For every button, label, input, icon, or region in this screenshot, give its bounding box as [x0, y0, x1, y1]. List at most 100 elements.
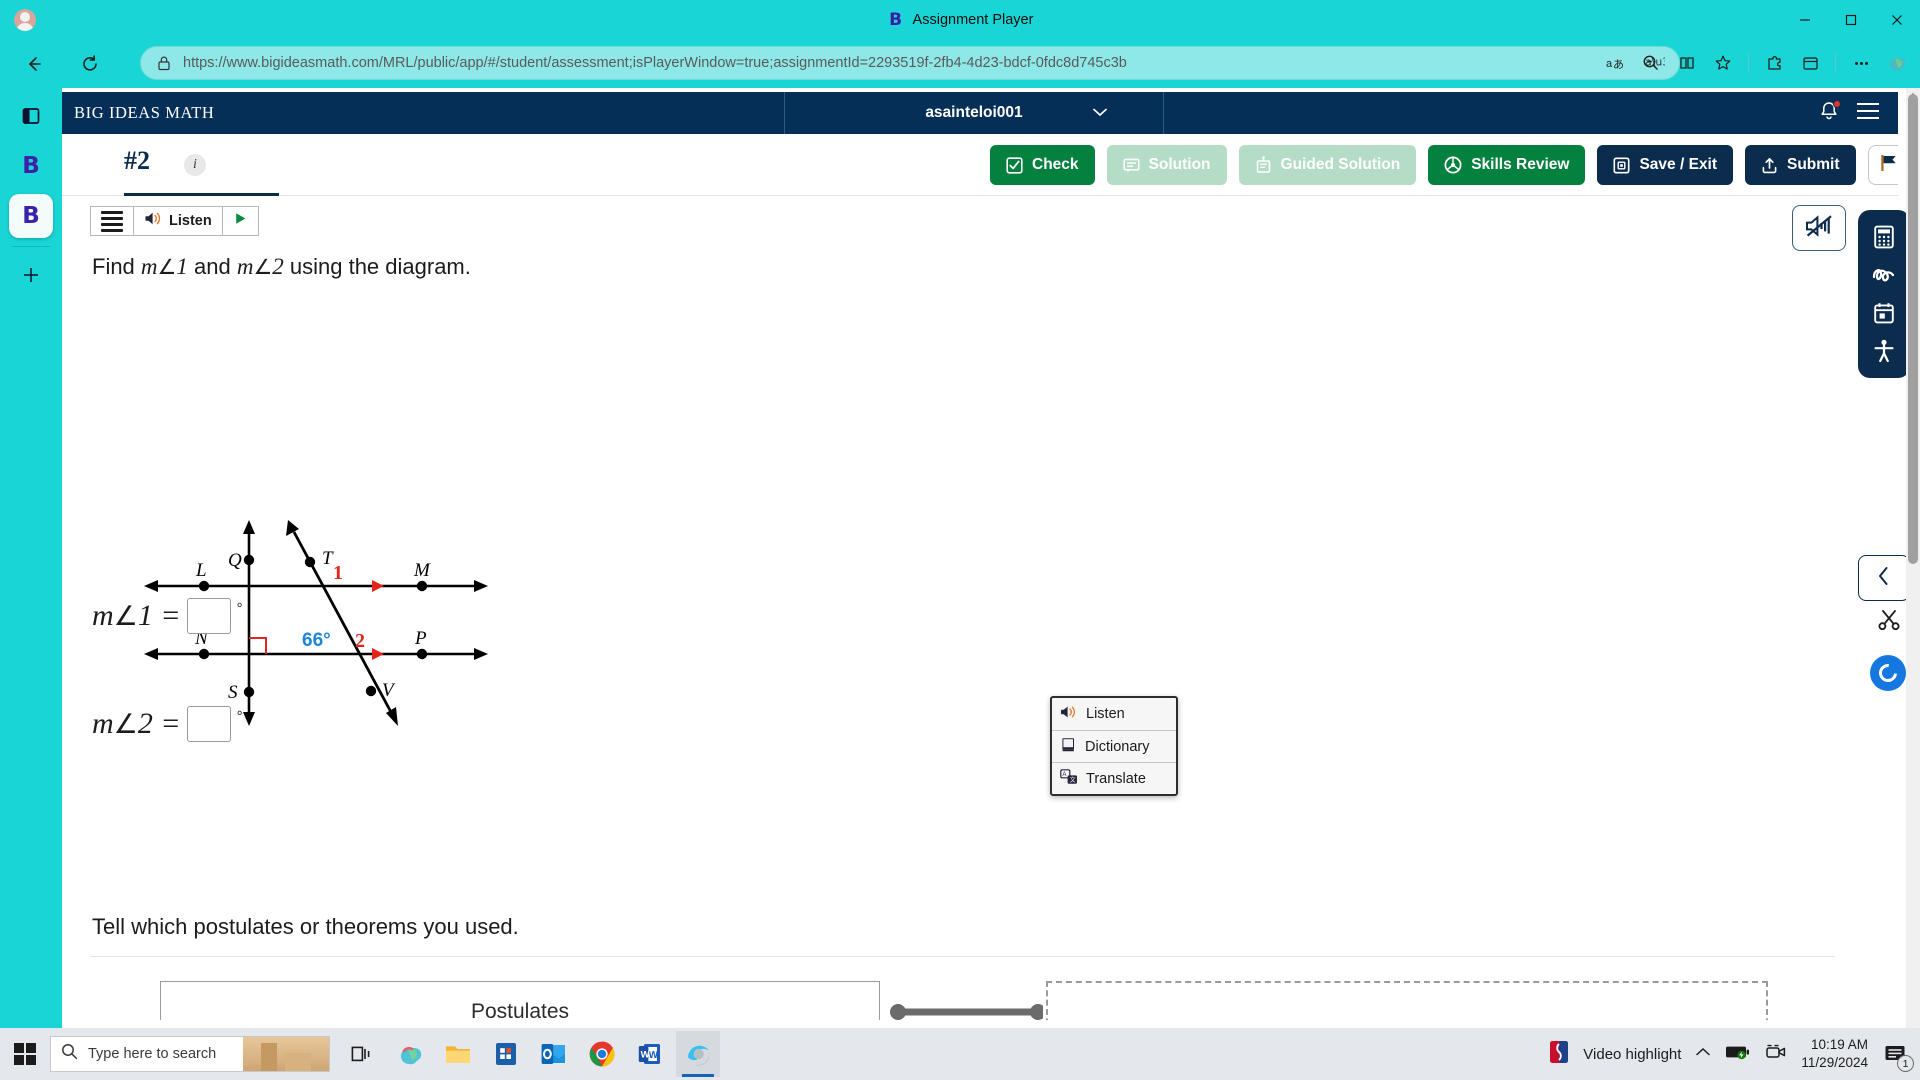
immersive-reader-icon[interactable]: [1670, 47, 1704, 79]
task-view-icon[interactable]: [340, 1031, 384, 1077]
puzzle-icon[interactable]: [1757, 47, 1791, 79]
app-header: BIG IDEAS MATH asainteloi001: [62, 92, 1898, 134]
drag-connector[interactable]: [888, 1003, 1043, 1020]
bigideas-site-icon-active[interactable]: B: [9, 194, 53, 238]
word-icon[interactable]: WW: [628, 1031, 672, 1077]
tab-actions-icon[interactable]: [9, 94, 53, 138]
mute-audio-button[interactable]: [1792, 205, 1846, 251]
star-icon[interactable]: [1706, 47, 1740, 79]
skills-review-button[interactable]: Skills Review: [1428, 145, 1586, 185]
accessibility-icon[interactable]: [1869, 336, 1899, 366]
skills-review-button-label: Skills Review: [1471, 156, 1570, 173]
submit-button[interactable]: Submit: [1745, 145, 1856, 185]
minimize-button[interactable]: [1782, 0, 1828, 40]
context-menu-translate[interactable]: A文 Translate: [1052, 762, 1176, 794]
browser-tab[interactable]: B Assignment Player: [887, 6, 1033, 34]
save-exit-button[interactable]: Save / Exit: [1597, 145, 1733, 185]
prompt-and: and: [187, 254, 237, 279]
notepad-icon[interactable]: [1869, 298, 1899, 328]
microsoft-store-icon[interactable]: [484, 1031, 528, 1077]
svg-text:W: W: [649, 1050, 659, 1061]
windows-start-icon[interactable]: [0, 1028, 50, 1080]
search-placeholder: Type here to search: [88, 1046, 217, 1062]
notification-center-button[interactable]: 1: [1882, 1040, 1914, 1072]
snip-tool-button[interactable]: [1872, 605, 1906, 639]
label-angle-1: 1: [333, 562, 343, 584]
chevron-up-icon[interactable]: [1695, 1045, 1711, 1063]
user-menu[interactable]: asainteloi001: [784, 92, 1164, 134]
notification-count: 1: [1897, 1055, 1914, 1072]
context-menu-listen[interactable]: Listen: [1052, 698, 1176, 730]
outlook-icon[interactable]: [532, 1031, 576, 1077]
postulates-source-card[interactable]: Postulates: [160, 981, 880, 1020]
ellipsis-icon[interactable]: [1844, 47, 1878, 79]
collections-icon[interactable]: [1793, 47, 1827, 79]
add-site-icon[interactable]: [9, 253, 53, 297]
page-scrollbar[interactable]: ▲ ▼: [1906, 88, 1920, 1056]
listen-button[interactable]: Listen: [133, 207, 222, 235]
info-icon[interactable]: i: [184, 154, 206, 176]
system-tray: Video highlight 10:19 AM 11/29/2024 1: [1549, 1036, 1920, 1072]
address-bar[interactable]: https://www.bigideasmath.com/MRL/public/…: [140, 46, 1690, 80]
speaker-icon: [144, 211, 163, 231]
solution-icon: [1122, 157, 1140, 174]
translate-icon[interactable]: aあ: [1598, 47, 1632, 79]
refresh-icon[interactable]: [74, 48, 106, 80]
flag-button[interactable]: [1867, 145, 1898, 185]
listen-menu-button[interactable]: [91, 207, 133, 235]
lock-icon: [153, 55, 175, 71]
browser-toolbar-icons: aあ: [1598, 46, 1914, 80]
check-button[interactable]: Check: [990, 145, 1095, 185]
save-icon: [1613, 156, 1630, 174]
taskbar-clock[interactable]: 10:19 AM 11/29/2024: [1801, 1036, 1868, 1072]
context-menu-dictionary-label: Dictionary: [1085, 738, 1150, 755]
bell-icon[interactable]: [1818, 99, 1841, 127]
taskbar-search[interactable]: Type here to search: [50, 1036, 330, 1072]
translate-icon: A文: [1060, 768, 1078, 789]
svg-text:文: 文: [1070, 775, 1076, 783]
file-explorer-icon[interactable]: [436, 1031, 480, 1077]
label-angle-measure: 66°: [302, 630, 331, 651]
prompt-suffix: using the diagram.: [283, 254, 471, 279]
edge-icon[interactable]: [676, 1031, 720, 1077]
label-S: S: [228, 682, 238, 703]
profile-button[interactable]: [8, 4, 42, 36]
nba-icon[interactable]: [1549, 1040, 1569, 1069]
answer-label-m2: m∠2 =: [92, 707, 181, 740]
bigideas-site-icon[interactable]: B: [9, 144, 53, 188]
collapse-panel-button[interactable]: [1858, 555, 1910, 601]
toolbar-divider-2: [1835, 53, 1836, 73]
scribble-icon[interactable]: [1869, 260, 1899, 290]
upload-icon: [1761, 157, 1778, 174]
guided-solution-button[interactable]: Guided Solution: [1238, 145, 1417, 185]
scissors-icon: [1877, 608, 1901, 637]
play-button[interactable]: [221, 207, 258, 235]
maximize-button[interactable]: [1828, 0, 1874, 40]
hamburger-menu-icon[interactable]: [1856, 102, 1880, 125]
text-context-menu: Listen Dictionary A文 Translate: [1050, 696, 1178, 796]
postulates-drop-zone[interactable]: [1046, 981, 1768, 1020]
screen: B Assignment Player https://www.bigideas…: [0, 0, 1920, 1080]
flag-icon: [1878, 152, 1898, 179]
prompt-m1: m∠1: [140, 254, 188, 279]
context-menu-dictionary[interactable]: Dictionary: [1052, 730, 1176, 762]
tray-app-label[interactable]: Video highlight: [1583, 1046, 1681, 1063]
camera-icon[interactable]: [1765, 1043, 1787, 1066]
copilot-icon[interactable]: [1880, 47, 1914, 79]
calculator-icon[interactable]: [1869, 222, 1899, 252]
back-arrow-icon[interactable]: [18, 48, 50, 80]
guided-solution-button-label: Guided Solution: [1280, 156, 1401, 173]
help-chat-button[interactable]: [1870, 655, 1906, 691]
solution-button[interactable]: Solution: [1106, 145, 1227, 185]
skills-review-icon: [1444, 156, 1462, 174]
scrollbar-thumb[interactable]: [1908, 94, 1918, 564]
toolbar-divider: [1748, 53, 1749, 73]
battery-icon[interactable]: [1725, 1044, 1751, 1065]
save-exit-button-label: Save / Exit: [1639, 156, 1717, 173]
answer-input-m2[interactable]: [186, 706, 231, 742]
close-button[interactable]: [1874, 0, 1920, 40]
answer-input-m1[interactable]: [186, 598, 231, 634]
chrome-icon[interactable]: [580, 1031, 624, 1077]
copilot-icon[interactable]: [388, 1031, 432, 1077]
zoom-out-icon[interactable]: [1634, 47, 1668, 79]
